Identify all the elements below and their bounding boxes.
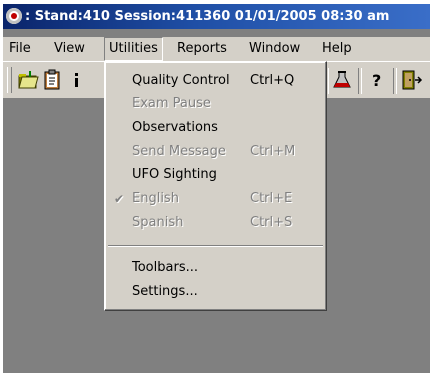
app-window: : Stand:410 Session:411360 01/01/2005 08… — [3, 4, 430, 373]
info-icon[interactable] — [65, 69, 89, 91]
menu-item-shortcut: Ctrl+E — [250, 191, 293, 206]
window-title: : Stand:410 Session:411360 01/01/2005 08… — [25, 9, 390, 24]
menu-item-label: Spanish — [132, 215, 184, 230]
menu-file[interactable]: File — [5, 37, 35, 61]
menu-window[interactable]: Window — [245, 37, 304, 61]
menu-item-shortcut: Ctrl+M — [250, 144, 296, 159]
menu-item-english: ✔ English Ctrl+E — [105, 188, 328, 210]
menu-bar: File View Utilities Reports Window Help — [3, 37, 430, 61]
menu-utilities[interactable]: Utilities — [104, 37, 163, 61]
menu-item-label: Toolbars... — [132, 260, 198, 275]
menu-item-ufo-sighting[interactable]: UFO Sighting — [105, 164, 328, 186]
menu-item-label: English — [132, 191, 179, 206]
help-icon[interactable]: ? — [365, 69, 389, 91]
menu-item-observations[interactable]: Observations — [105, 117, 328, 139]
clipboard-icon[interactable] — [41, 69, 65, 91]
menu-separator — [108, 245, 323, 247]
exit-door-icon[interactable] — [399, 69, 423, 91]
menu-item-exam-pause: Exam Pause — [105, 93, 328, 115]
menu-item-label: Quality Control — [132, 73, 230, 88]
menu-item-shortcut: Ctrl+S — [250, 215, 293, 230]
menu-item-label: UFO Sighting — [132, 167, 217, 182]
open-folder-icon[interactable] — [17, 69, 41, 91]
menu-view[interactable]: View — [50, 37, 89, 61]
menu-item-shortcut: Ctrl+Q — [250, 73, 295, 88]
menu-item-label: Exam Pause — [132, 96, 211, 111]
toolbar-separator — [393, 68, 397, 94]
menu-item-send-message: Send Message Ctrl+M — [105, 141, 328, 163]
toolbar-separator — [358, 68, 362, 94]
menu-item-quality-control[interactable]: Quality Control Ctrl+Q — [105, 70, 328, 92]
title-bar[interactable]: : Stand:410 Session:411360 01/01/2005 08… — [3, 4, 430, 29]
menu-item-label: Send Message — [132, 144, 226, 159]
app-icon[interactable] — [6, 8, 22, 24]
menu-item-settings[interactable]: Settings... — [105, 281, 328, 303]
menu-item-spanish: Spanish Ctrl+S — [105, 212, 328, 234]
utilities-menu: Quality Control Ctrl+Q Exam Pause Observ… — [104, 61, 327, 311]
menu-help[interactable]: Help — [318, 37, 356, 61]
menu-item-label: Settings... — [132, 284, 198, 299]
menu-reports[interactable]: Reports — [173, 37, 231, 61]
toolbar-grip[interactable] — [7, 67, 12, 93]
menu-item-label: Observations — [132, 120, 218, 135]
svg-text:?: ? — [372, 71, 381, 90]
checkmark-icon: ✔ — [114, 192, 125, 206]
flask-icon[interactable] — [330, 69, 354, 91]
menu-item-toolbars[interactable]: Toolbars... — [105, 257, 328, 279]
